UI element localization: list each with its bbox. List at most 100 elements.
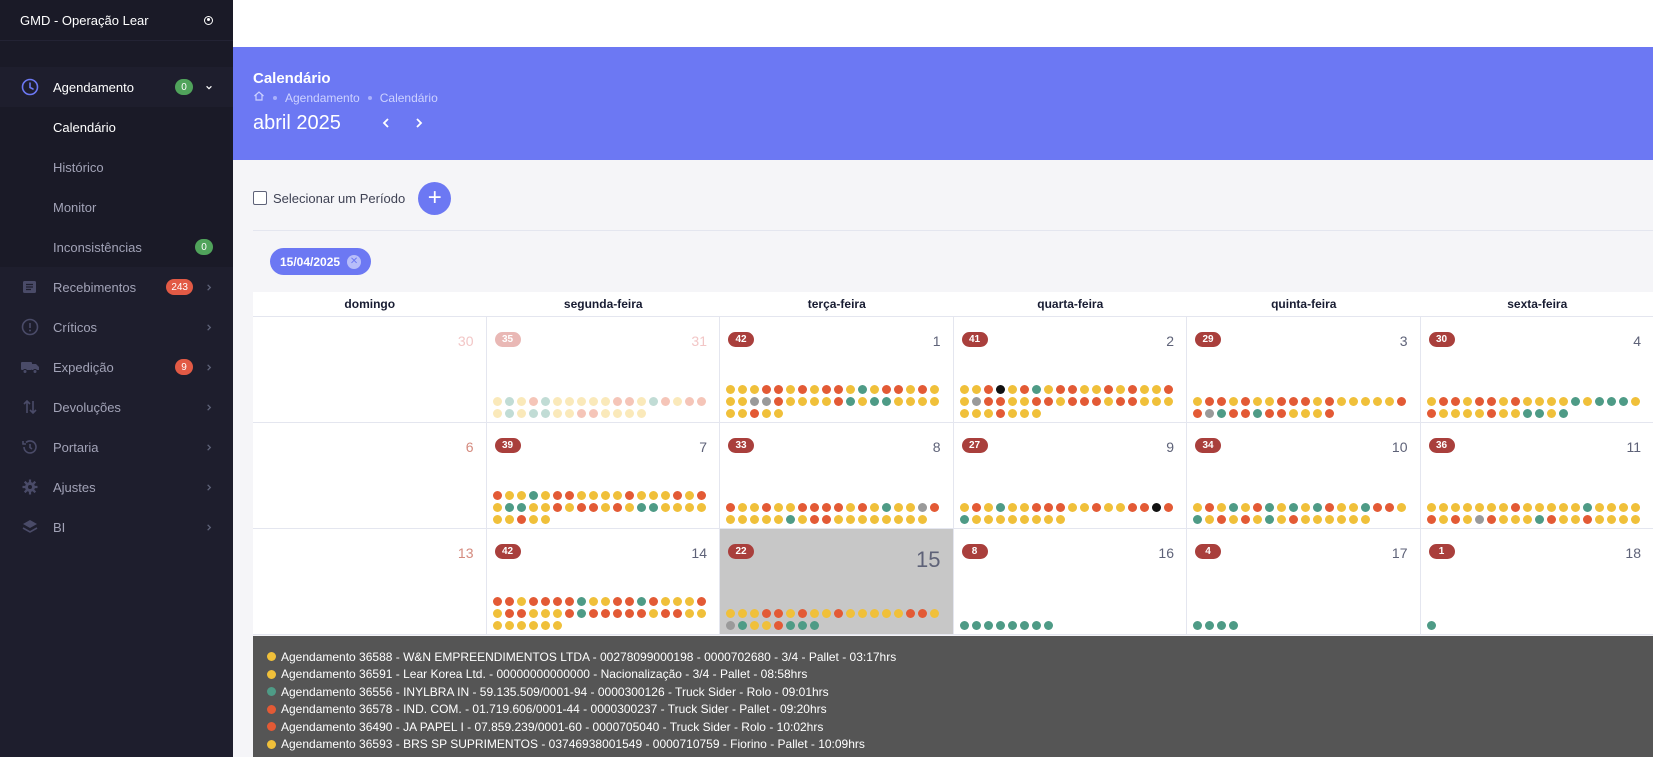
appointment-dot[interactable] bbox=[762, 385, 771, 394]
appointment-dot[interactable] bbox=[1337, 503, 1346, 512]
appointment-dot[interactable] bbox=[684, 597, 694, 606]
appointment-dot[interactable] bbox=[1193, 515, 1202, 524]
sidebar-item-inconsistencias[interactable]: Inconsistências 0 bbox=[0, 227, 233, 267]
appointment-dot[interactable] bbox=[636, 397, 646, 406]
appointment-dot[interactable] bbox=[726, 609, 735, 618]
appointment-dot[interactable] bbox=[1139, 397, 1149, 406]
appointment-dot[interactable] bbox=[1301, 409, 1310, 418]
appointment-dot[interactable] bbox=[1217, 503, 1226, 512]
calendar-day-cell[interactable]: 16 8 bbox=[954, 529, 1187, 634]
calendar-day-cell[interactable]: 7 39 bbox=[487, 423, 720, 528]
appointment-dot[interactable] bbox=[504, 491, 514, 500]
appointment-dot[interactable] bbox=[1031, 503, 1041, 512]
appointment-dot[interactable] bbox=[1618, 503, 1628, 512]
appointment-dot[interactable] bbox=[798, 397, 807, 406]
appointment-dot[interactable] bbox=[1325, 515, 1334, 524]
appointment-dot[interactable] bbox=[1630, 515, 1640, 524]
appointment-dot[interactable] bbox=[1217, 409, 1226, 418]
appointment-dot[interactable] bbox=[774, 397, 783, 406]
appointment-dot[interactable] bbox=[1385, 503, 1394, 512]
appointment-dot[interactable] bbox=[1019, 621, 1029, 630]
appointment-dot[interactable] bbox=[971, 621, 981, 630]
appointment-dot[interactable] bbox=[648, 597, 658, 606]
sidebar-item-devolucoes[interactable]: Devoluções bbox=[0, 387, 233, 427]
appointment-dot[interactable] bbox=[1091, 503, 1101, 512]
appointment-dot[interactable] bbox=[1510, 503, 1520, 512]
appointment-dot[interactable] bbox=[1474, 515, 1484, 524]
appointment-dot[interactable] bbox=[846, 515, 855, 524]
appointment-dot[interactable] bbox=[1241, 515, 1250, 524]
appointment-dot[interactable] bbox=[1534, 397, 1544, 406]
appointment-dot[interactable] bbox=[1115, 503, 1125, 512]
appointment-dot[interactable] bbox=[1229, 621, 1238, 630]
appointment-dot[interactable] bbox=[1486, 409, 1496, 418]
appointment-dot[interactable] bbox=[959, 503, 969, 512]
appointment-dot[interactable] bbox=[774, 515, 783, 524]
appointment-dot[interactable] bbox=[672, 503, 682, 512]
appointment-dot[interactable] bbox=[1055, 515, 1065, 524]
appointment-dot[interactable] bbox=[1253, 515, 1262, 524]
appointment-dot[interactable] bbox=[504, 397, 514, 406]
appointment-dot[interactable] bbox=[516, 397, 526, 406]
appointment-dot[interactable] bbox=[971, 515, 981, 524]
appointment-dot[interactable] bbox=[528, 503, 538, 512]
appointment-dot[interactable] bbox=[1438, 503, 1448, 512]
appointment-dot[interactable] bbox=[983, 515, 993, 524]
appointment-dot[interactable] bbox=[762, 409, 771, 418]
appointment-dot[interactable] bbox=[906, 515, 915, 524]
appointment-dot[interactable] bbox=[810, 385, 819, 394]
appointment-dot[interactable] bbox=[1163, 503, 1173, 512]
appointment-dot[interactable] bbox=[1313, 503, 1322, 512]
appointment-dot[interactable] bbox=[1103, 503, 1113, 512]
appointment-dot[interactable] bbox=[1277, 515, 1286, 524]
appointment-dot[interactable] bbox=[1217, 515, 1226, 524]
appointment-dot[interactable] bbox=[786, 503, 795, 512]
sidebar-item-criticos[interactable]: Críticos bbox=[0, 307, 233, 347]
appointment-dot[interactable] bbox=[1217, 397, 1226, 406]
appointment-dot[interactable] bbox=[1079, 503, 1089, 512]
appointment-dot[interactable] bbox=[1007, 397, 1017, 406]
appointment-dot[interactable] bbox=[1007, 621, 1017, 630]
appointment-dot[interactable] bbox=[1043, 503, 1053, 512]
appointment-dot[interactable] bbox=[959, 397, 969, 406]
appointment-dot[interactable] bbox=[822, 609, 831, 618]
appointment-dot[interactable] bbox=[672, 597, 682, 606]
appointment-dot[interactable] bbox=[762, 515, 771, 524]
appointment-dot[interactable] bbox=[1462, 397, 1472, 406]
appointment-dot[interactable] bbox=[1007, 385, 1017, 394]
appointment-dot[interactable] bbox=[894, 503, 903, 512]
appointment-dot[interactable] bbox=[1397, 397, 1406, 406]
appointment-dot[interactable] bbox=[1193, 621, 1202, 630]
appointment-dot[interactable] bbox=[1019, 515, 1029, 524]
appointment-dot[interactable] bbox=[564, 609, 574, 618]
appointment-dot[interactable] bbox=[684, 503, 694, 512]
appointment-dot[interactable] bbox=[1019, 385, 1029, 394]
appointment-dot[interactable] bbox=[959, 515, 969, 524]
appointment-dot[interactable] bbox=[1031, 385, 1041, 394]
appointment-dot[interactable] bbox=[1043, 621, 1053, 630]
appointment-dot[interactable] bbox=[696, 597, 706, 606]
appointment-dot[interactable] bbox=[1426, 621, 1436, 630]
appointment-dot[interactable] bbox=[995, 621, 1005, 630]
sidebar-item-portaria[interactable]: Portaria bbox=[0, 427, 233, 467]
appointment-dot[interactable] bbox=[995, 397, 1005, 406]
appointment-dot[interactable] bbox=[738, 515, 747, 524]
radio-icon[interactable] bbox=[204, 15, 213, 25]
appointment-dot[interactable] bbox=[540, 621, 550, 630]
appointment-dot[interactable] bbox=[540, 491, 550, 500]
appointment-dot[interactable] bbox=[971, 397, 981, 406]
appointment-dot[interactable] bbox=[882, 385, 891, 394]
appointment-dot[interactable] bbox=[1127, 503, 1137, 512]
appointment-dot[interactable] bbox=[1498, 397, 1508, 406]
appointment-dot[interactable] bbox=[528, 397, 538, 406]
appointment-dot[interactable] bbox=[528, 609, 538, 618]
appointment-dot[interactable] bbox=[918, 397, 927, 406]
appointment-dot[interactable] bbox=[1546, 515, 1556, 524]
appointment-dot[interactable] bbox=[1031, 397, 1041, 406]
appointment-dot[interactable] bbox=[846, 503, 855, 512]
appointment-dot[interactable] bbox=[1558, 503, 1568, 512]
appointment-dot[interactable] bbox=[528, 515, 538, 524]
appointment-dot[interactable] bbox=[738, 609, 747, 618]
appointment-dot[interactable] bbox=[810, 609, 819, 618]
appointment-dot[interactable] bbox=[1438, 515, 1448, 524]
